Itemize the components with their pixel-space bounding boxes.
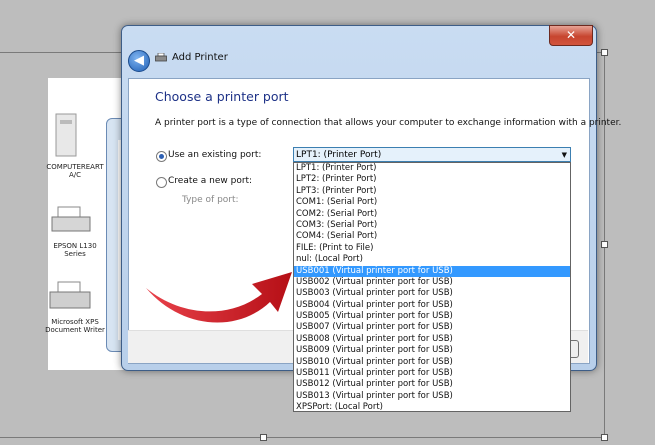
existing-port-value: LPT1: (Printer Port) <box>296 150 382 160</box>
resize-handle[interactable] <box>601 434 608 441</box>
port-option[interactable]: COM1: (Serial Port) <box>294 197 570 208</box>
port-option[interactable]: COM3: (Serial Port) <box>294 220 570 231</box>
create-new-port-label[interactable]: Create a new port: <box>168 176 252 186</box>
chevron-down-icon[interactable]: ▼ <box>562 148 567 163</box>
port-option[interactable]: LPT3: (Printer Port) <box>294 186 570 197</box>
port-option[interactable]: USB004 (Virtual printer port for USB) <box>294 300 570 311</box>
type-of-port-label: Type of port: <box>182 195 239 205</box>
port-option[interactable]: USB003 (Virtual printer port for USB) <box>294 288 570 299</box>
port-option[interactable]: FILE: (Print to File) <box>294 243 570 254</box>
page-description: A printer port is a type of connection t… <box>155 118 622 128</box>
printer-icon <box>51 206 91 232</box>
port-option[interactable]: USB002 (Virtual printer port for USB) <box>294 277 570 288</box>
printer-icon <box>49 281 91 309</box>
port-option[interactable]: USB008 (Virtual printer port for USB) <box>294 334 570 345</box>
port-option[interactable]: USB010 (Virtual printer port for USB) <box>294 357 570 368</box>
port-option[interactable]: LPT1: (Printer Port) <box>294 163 570 174</box>
existing-port-select[interactable]: LPT1: (Printer Port) ▼ <box>293 147 571 162</box>
create-new-port-radio[interactable] <box>156 177 167 188</box>
page-heading: Choose a printer port <box>155 89 289 104</box>
port-option[interactable]: USB011 (Virtual printer port for USB) <box>294 368 570 379</box>
selection-frame-bottom <box>0 437 605 438</box>
port-option[interactable]: USB013 (Virtual printer port for USB) <box>294 391 570 402</box>
port-option[interactable]: nul: (Local Port) <box>294 254 570 265</box>
port-option[interactable]: USB012 (Virtual printer port for USB) <box>294 379 570 390</box>
port-option-selected[interactable]: USB001 (Virtual printer port for USB) <box>294 265 570 277</box>
port-option[interactable]: LPT2: (Printer Port) <box>294 174 570 185</box>
device-label: COMPUTEREART A/C <box>46 163 104 179</box>
printer-icon <box>155 53 167 62</box>
device-label: EPSON L130 Series <box>53 242 97 258</box>
resize-handle[interactable] <box>601 49 608 56</box>
resize-handle[interactable] <box>260 434 267 441</box>
use-existing-port-label[interactable]: Use an existing port: <box>168 150 261 160</box>
port-dropdown-list[interactable]: LPT1: (Printer Port) LPT2: (Printer Port… <box>293 162 571 412</box>
red-arrow-annotation <box>146 272 292 323</box>
use-existing-port-radio[interactable] <box>156 151 167 162</box>
back-button[interactable]: ◀ <box>128 50 150 72</box>
printer-icon <box>55 113 77 157</box>
port-option[interactable]: USB009 (Virtual printer port for USB) <box>294 345 570 356</box>
dialog-title: Add Printer <box>172 52 228 63</box>
device-label: Microsoft XPS Document Writer <box>45 318 105 334</box>
port-option[interactable]: COM2: (Serial Port) <box>294 209 570 220</box>
port-option[interactable]: USB007 (Virtual printer port for USB) <box>294 322 570 333</box>
port-option[interactable]: COM4: (Serial Port) <box>294 231 570 242</box>
port-option[interactable]: USB005 (Virtual printer port for USB) <box>294 311 570 322</box>
port-option[interactable]: XPSPort: (Local Port) <box>294 402 570 413</box>
close-button[interactable]: ✕ <box>549 25 593 46</box>
resize-handle[interactable] <box>601 241 608 248</box>
